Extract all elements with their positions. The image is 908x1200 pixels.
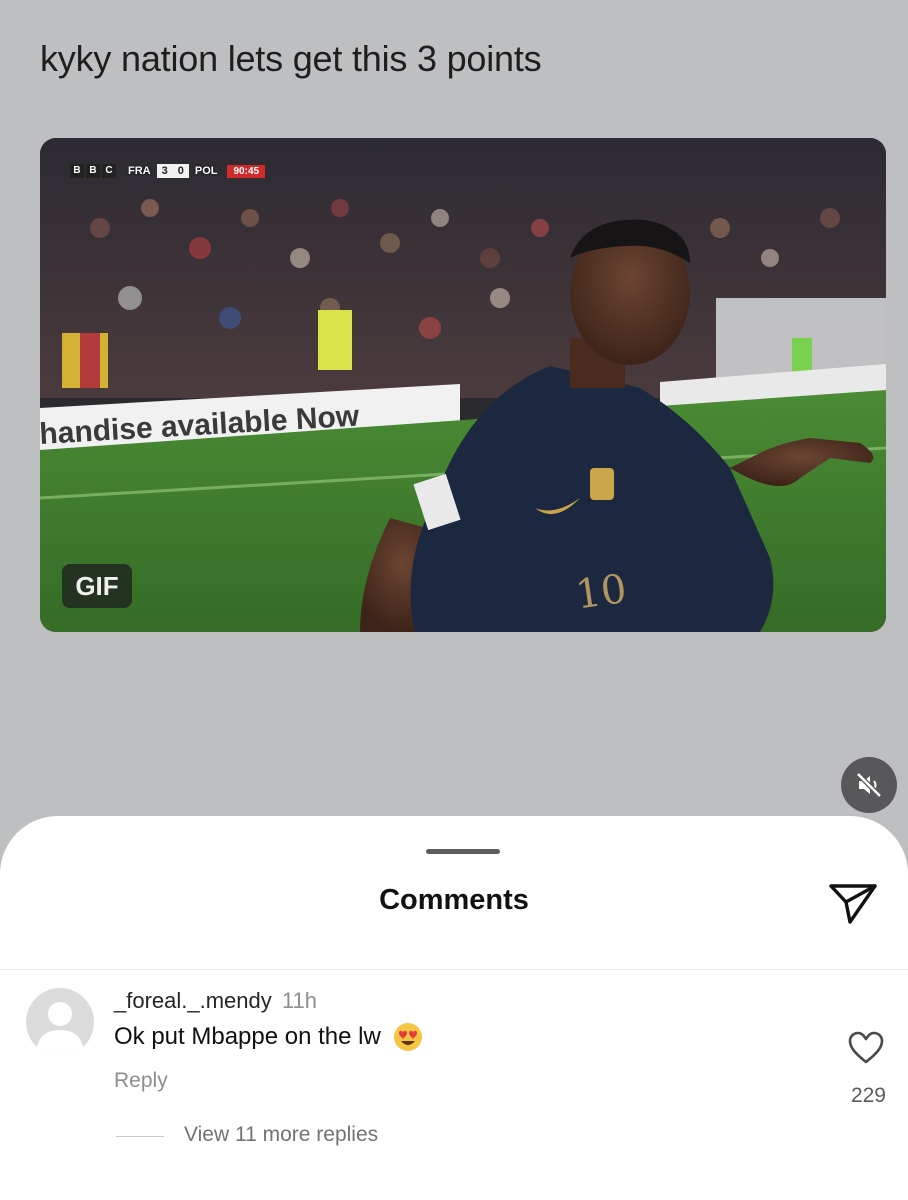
broadcaster-logo: B B C bbox=[70, 164, 116, 178]
gif-media[interactable]: handise available Now 10 B B C FRA 3 0 P… bbox=[40, 138, 886, 632]
heart-eyes-emoji-icon bbox=[393, 1023, 422, 1051]
like-count: 229 bbox=[850, 1084, 886, 1107]
home-score: 3 bbox=[156, 164, 173, 178]
comment-body: Ok put Mbappe on the lw bbox=[114, 1022, 423, 1052]
post-area: kyky nation lets get this 3 points handi… bbox=[0, 0, 908, 840]
comments-sheet: Comments _foreal._.mendy 11h Ok put Mbap… bbox=[0, 816, 908, 1200]
post-caption: kyky nation lets get this 3 points bbox=[40, 38, 542, 79]
gif-frame: handise available Now 10 bbox=[40, 138, 886, 632]
mute-button[interactable] bbox=[841, 757, 897, 813]
share-button[interactable] bbox=[826, 878, 880, 926]
home-team: FRA bbox=[128, 165, 151, 177]
reply-button[interactable]: Reply bbox=[114, 1069, 168, 1093]
sheet-title: Comments bbox=[379, 884, 529, 916]
comment-author-line: _foreal._.mendy 11h bbox=[114, 988, 317, 1014]
comment-author[interactable]: _foreal._.mendy bbox=[114, 988, 272, 1013]
steward bbox=[318, 310, 352, 370]
match-time: 90:45 bbox=[227, 164, 266, 178]
broadcaster-letter: B bbox=[70, 164, 84, 178]
replies-divider bbox=[116, 1136, 164, 1137]
away-score: 0 bbox=[172, 164, 189, 178]
paper-plane-icon bbox=[829, 884, 877, 924]
default-avatar-icon bbox=[36, 1002, 84, 1056]
gif-badge: GIF bbox=[62, 564, 132, 608]
sheet-divider bbox=[0, 969, 908, 970]
speaker-muted-icon bbox=[856, 772, 882, 798]
broadcaster-letter: B bbox=[86, 164, 100, 178]
view-replies-button[interactable]: View 11 more replies bbox=[184, 1123, 378, 1147]
match-scoreboard: B B C FRA 3 0 POL 90:45 bbox=[70, 161, 266, 181]
sheet-drag-handle[interactable] bbox=[426, 849, 500, 854]
away-team: POL bbox=[194, 165, 218, 177]
heart-outline-icon bbox=[848, 1031, 884, 1064]
avatar[interactable] bbox=[26, 988, 94, 1056]
comment-text: Ok put Mbappe on the lw bbox=[114, 1023, 381, 1050]
jersey-crest bbox=[590, 468, 614, 500]
broadcaster-letter: C bbox=[102, 164, 116, 178]
like-button[interactable] bbox=[846, 1028, 886, 1068]
jersey-number: 10 bbox=[573, 566, 630, 619]
comment-time: 11h bbox=[281, 988, 317, 1013]
